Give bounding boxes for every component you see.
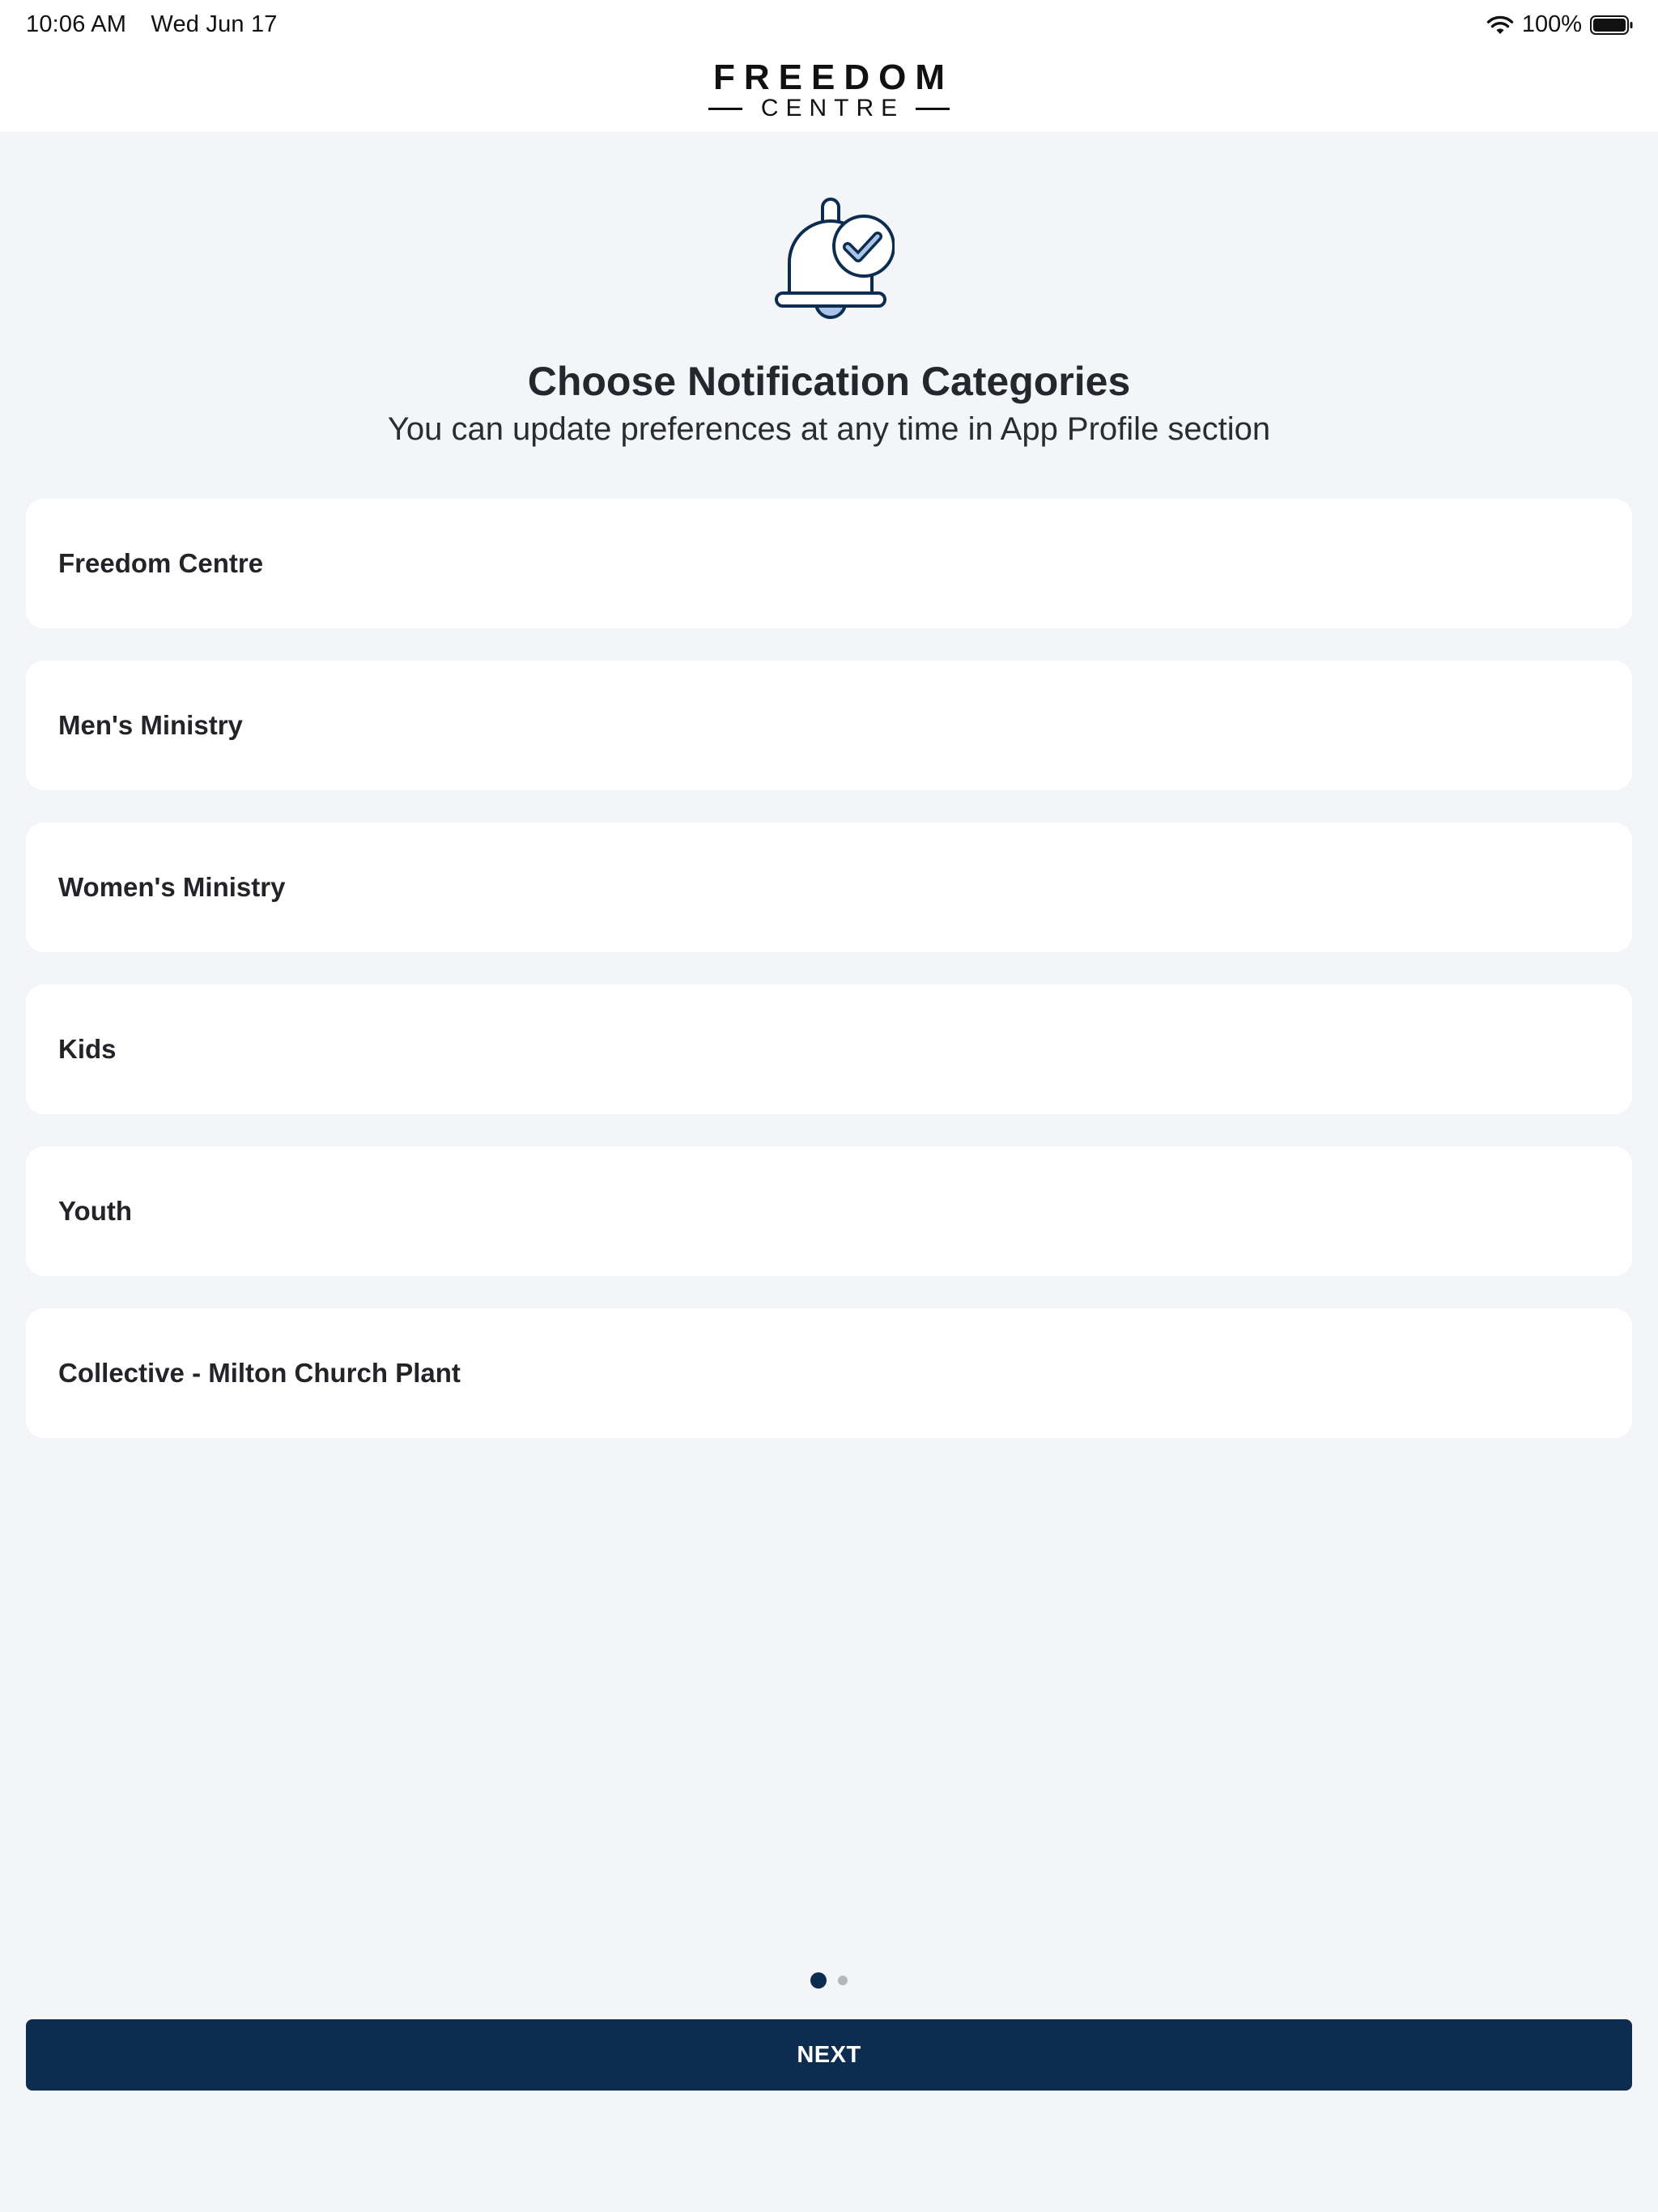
category-youth[interactable]: Youth <box>26 1146 1632 1276</box>
battery-percent: 100% <box>1521 11 1582 37</box>
app-logo: FREEDOM CENTRE <box>0 58 1658 121</box>
category-label: Collective - Milton Church Plant <box>58 1358 461 1388</box>
category-womens-ministry[interactable]: Women's Ministry <box>26 823 1632 952</box>
top-bar: 10:06 AM Wed Jun 17 100% FREEDOM CENTRE <box>0 0 1658 132</box>
logo-wordmark-bottom-row: CENTRE <box>0 96 1658 121</box>
logo-rule-right <box>916 107 950 110</box>
status-bar-right: 100% <box>1486 11 1634 38</box>
category-label: Freedom Centre <box>58 548 264 578</box>
page-subtitle: You can update preferences at any time i… <box>387 411 1271 447</box>
page-title: Choose Notification Categories <box>527 359 1131 404</box>
category-label: Youth <box>58 1196 133 1226</box>
page-indicator <box>0 1972 1658 1989</box>
logo-rule-left <box>708 107 742 110</box>
wifi-icon <box>1486 15 1514 34</box>
category-kids[interactable]: Kids <box>26 985 1632 1114</box>
category-collective-milton[interactable]: Collective - Milton Church Plant <box>26 1308 1632 1438</box>
logo-wordmark-top: FREEDOM <box>713 57 954 97</box>
category-list: Freedom Centre Men's Ministry Women's Mi… <box>26 499 1632 1470</box>
logo-wordmark-bottom: CENTRE <box>760 95 905 121</box>
status-date: Wed Jun 17 <box>151 11 278 37</box>
category-label: Men's Ministry <box>58 710 243 740</box>
status-time: 10:06 AM <box>26 11 127 37</box>
category-mens-ministry[interactable]: Men's Ministry <box>26 661 1632 790</box>
page-dot-active[interactable] <box>810 1972 827 1989</box>
category-label: Kids <box>58 1034 117 1064</box>
status-bar-left: 10:06 AM Wed Jun 17 <box>26 11 278 38</box>
battery-icon <box>1590 15 1633 35</box>
next-button[interactable]: NEXT <box>26 2019 1632 2091</box>
bell-check-icon <box>775 198 895 319</box>
page-dot-inactive[interactable] <box>838 1976 848 1985</box>
category-label: Women's Ministry <box>58 872 286 902</box>
category-freedom-centre[interactable]: Freedom Centre <box>26 499 1632 628</box>
